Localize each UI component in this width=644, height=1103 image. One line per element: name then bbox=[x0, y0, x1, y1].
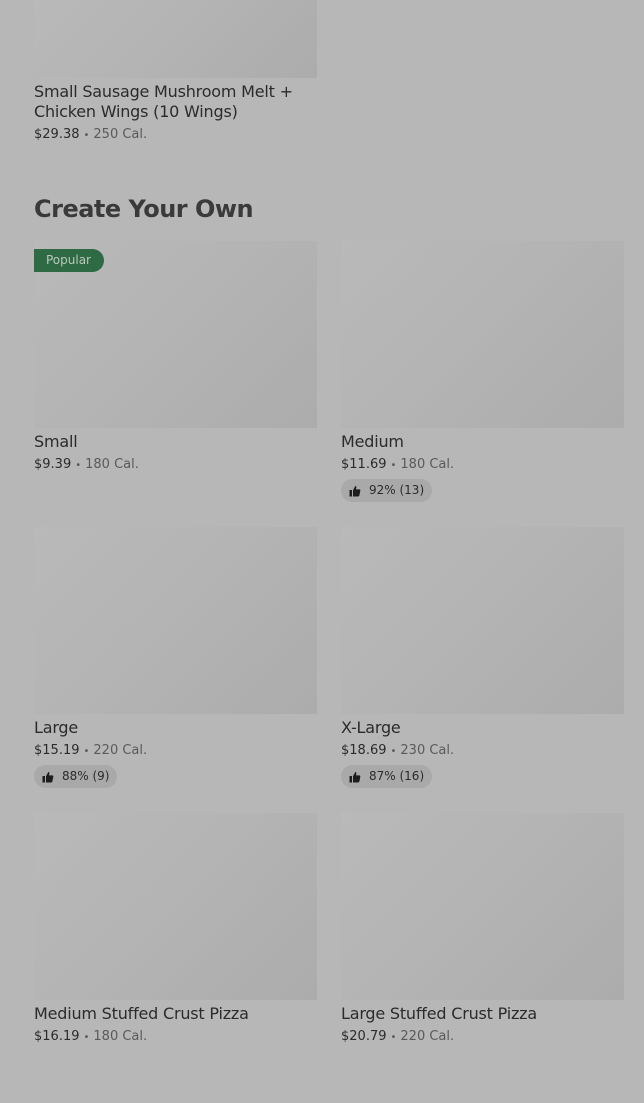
item-meta: $20.79 • 220 Cal. bbox=[341, 1029, 454, 1046]
item-price: $9.39 bbox=[34, 457, 72, 472]
item-meta: $11.69 • 180 Cal. bbox=[341, 457, 454, 474]
item-image[interactable] bbox=[34, 0, 317, 78]
item-calories: 230 Cal. bbox=[400, 743, 455, 758]
item-image[interactable] bbox=[34, 527, 317, 714]
item-title[interactable]: X-Large bbox=[341, 718, 401, 738]
item-calories: 220 Cal. bbox=[400, 1029, 455, 1044]
item-price: $29.38 bbox=[34, 127, 80, 142]
item-price: $18.69 bbox=[341, 743, 387, 758]
item-calories: 180 Cal. bbox=[93, 1029, 148, 1044]
item-image[interactable] bbox=[34, 813, 317, 1000]
separator-dot: • bbox=[390, 746, 397, 757]
item-meta: $29.38 • 250 Cal. bbox=[34, 127, 147, 144]
item-calories: 180 Cal. bbox=[85, 457, 139, 472]
item-title[interactable]: Medium Stuffed Crust Pizza bbox=[34, 1004, 249, 1024]
item-price: $20.79 bbox=[341, 1029, 387, 1044]
popular-badge: Popular bbox=[34, 249, 104, 272]
rating-text: 92% (13) bbox=[369, 483, 425, 497]
item-calories: 180 Cal. bbox=[400, 457, 455, 472]
rating-text: 87% (16) bbox=[369, 769, 425, 783]
rating-badge: 88% (9) bbox=[34, 765, 118, 788]
item-title[interactable]: Large bbox=[34, 718, 78, 738]
item-image[interactable] bbox=[341, 527, 624, 714]
item-meta: $16.19 • 180 Cal. bbox=[34, 1029, 147, 1046]
section-heading: Create Your Own bbox=[34, 195, 254, 223]
item-title[interactable]: Medium bbox=[341, 432, 404, 452]
item-price: $11.69 bbox=[341, 457, 387, 472]
thumbs-up-icon bbox=[349, 485, 361, 496]
separator-dot: • bbox=[390, 460, 397, 471]
separator-dot: • bbox=[83, 130, 90, 141]
item-meta: $18.69 • 230 Cal. bbox=[341, 743, 454, 760]
menu-page: Small Sausage Mushroom Melt + Chicken Wi… bbox=[0, 0, 644, 1103]
item-meta: $9.39 • 180 Cal. bbox=[34, 457, 139, 474]
item-image[interactable] bbox=[341, 813, 624, 1000]
item-title[interactable]: Large Stuffed Crust Pizza bbox=[341, 1004, 537, 1024]
item-title[interactable]: Small bbox=[34, 432, 78, 452]
rating-badge: 87% (16) bbox=[341, 765, 433, 788]
separator-dot: • bbox=[75, 460, 82, 471]
item-price: $15.19 bbox=[34, 743, 80, 758]
thumbs-up-icon bbox=[42, 771, 54, 782]
item-meta: $15.19 • 220 Cal. bbox=[34, 743, 147, 760]
thumbs-up-icon bbox=[349, 771, 361, 782]
item-calories: 220 Cal. bbox=[93, 743, 148, 758]
item-image[interactable] bbox=[341, 241, 624, 428]
rating-text: 88% (9) bbox=[62, 769, 110, 783]
separator-dot: • bbox=[83, 1032, 90, 1043]
separator-dot: • bbox=[83, 746, 90, 757]
item-price: $16.19 bbox=[34, 1029, 80, 1044]
separator-dot: • bbox=[390, 1032, 397, 1043]
item-title[interactable]: Small Sausage Mushroom Melt + Chicken Wi… bbox=[34, 82, 317, 122]
item-calories: 250 Cal. bbox=[93, 127, 148, 142]
rating-badge: 92% (13) bbox=[341, 479, 433, 502]
